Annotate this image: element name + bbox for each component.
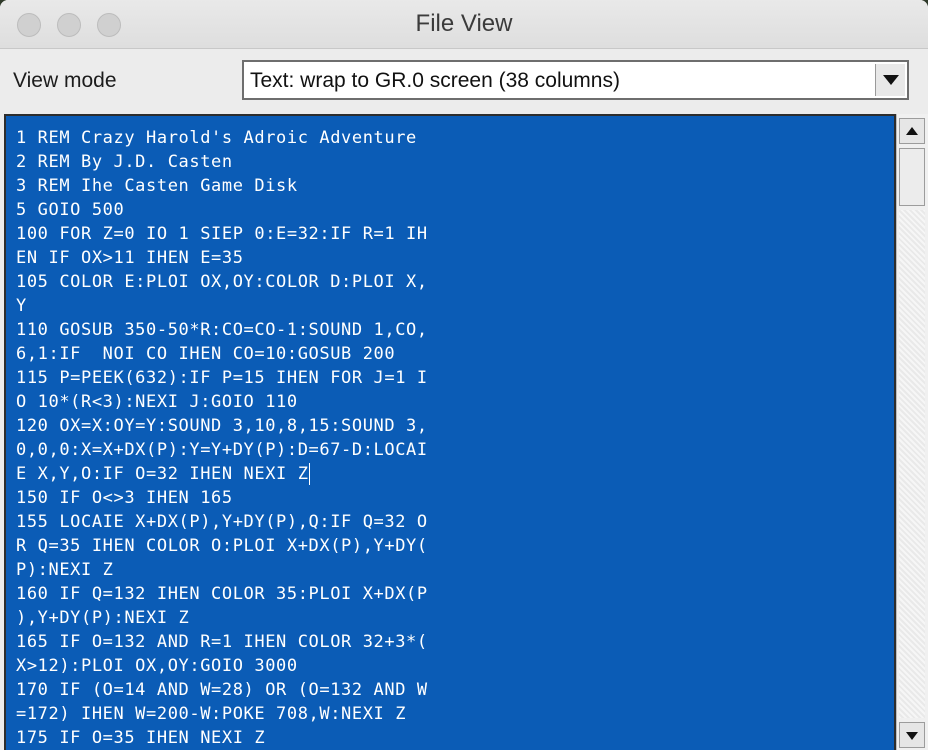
scrollbar-track[interactable] (899, 210, 925, 718)
text-line: R Q=35 IHEN COLOR O:PLOI X+DX(P),Y+DY( (16, 536, 428, 556)
text-line: O 10*(R<3):NEXI J:GOIO 110 (16, 392, 298, 412)
text-line: 1 REM Crazy Harold's Adroic Adventure (16, 128, 417, 148)
vertical-scrollbar[interactable] (896, 114, 928, 750)
text-line: 0,0,0:X=X+DX(P):Y=Y+DY(P):D=67-D:LOCAI (16, 440, 428, 460)
view-mode-dropdown-button[interactable] (875, 64, 905, 96)
view-mode-selected-value: Text: wrap to GR.0 screen (38 columns) (250, 69, 620, 92)
window-title: File View (415, 10, 513, 37)
text-line: 110 GOSUB 350-50*R:CO=CO-1:SOUND 1,CO, (16, 320, 428, 340)
text-line: 2 REM By J.D. Casten (16, 152, 233, 172)
scroll-up-arrow-icon (906, 127, 918, 135)
text-line: 175 IF O=35 IHEN NEXI Z (16, 728, 266, 748)
scroll-down-button[interactable] (899, 722, 925, 748)
file-view-window: File View View mode Text: wrap to GR.0 s… (0, 0, 928, 750)
text-line: 165 IF O=132 AND R=1 IHEN COLOR 32+3*( (16, 632, 428, 652)
text-line: ),Y+DY(P):NEXI Z (16, 608, 190, 628)
text-line: 5 GOIO 500 (16, 200, 125, 220)
scroll-down-arrow-icon (906, 732, 918, 740)
text-caret (308, 463, 310, 485)
text-line: 3 REM Ihe Casten Game Disk (16, 176, 298, 196)
text-line: 115 P=PEEK(632):IF P=15 IHEN FOR J=1 I (16, 368, 428, 388)
text-line: Y (16, 296, 27, 316)
text-line: 120 OX=X:OY=Y:SOUND 3,10,8,15:SOUND 3, (16, 416, 428, 436)
scroll-up-button[interactable] (899, 118, 925, 144)
title-bar[interactable]: File View (0, 0, 928, 49)
text-line: P):NEXI Z (16, 560, 114, 580)
text-line: EN IF OX>11 IHEN E=35 (16, 248, 244, 268)
file-text-view[interactable]: 1 REM Crazy Harold's Adroic Adventure 2 … (4, 114, 896, 750)
text-line: X>12):PLOI OX,OY:GOIO 3000 (16, 656, 298, 676)
text-line: 160 IF Q=132 IHEN COLOR 35:PLOI X+DX(P (16, 584, 428, 604)
view-mode-toolbar: View mode Text: wrap to GR.0 screen (38 … (0, 49, 928, 113)
text-line: 155 LOCAIE X+DX(P),Y+DY(P),Q:IF Q=32 O (16, 512, 428, 532)
text-line: 150 IF O<>3 IHEN 165 (16, 488, 233, 508)
chevron-down-icon (883, 75, 899, 85)
text-lines: 1 REM Crazy Harold's Adroic Adventure 2 … (16, 126, 428, 750)
view-mode-label: View mode (13, 69, 117, 92)
text-line: 6,1:IF NOI CO IHEN CO=10:GOSUB 200 (16, 344, 396, 364)
text-line: 105 COLOR E:PLOI OX,OY:COLOR D:PLOI X, (16, 272, 428, 292)
view-mode-select[interactable]: Text: wrap to GR.0 screen (38 columns) (242, 60, 909, 100)
text-line-with-caret: E X,Y,O:IF O=32 IHEN NEXI Z (16, 462, 428, 486)
scrollbar-thumb[interactable] (899, 148, 925, 206)
text-line-content: E X,Y,O:IF O=32 IHEN NEXI Z (16, 464, 309, 484)
text-line: =172) IHEN W=200-W:POKE 708,W:NEXI Z (16, 704, 407, 724)
text-line: 100 FOR Z=0 IO 1 SIEP 0:E=32:IF R=1 IH (16, 224, 428, 244)
text-line: 170 IF (O=14 AND W=28) OR (O=132 AND W (16, 680, 428, 700)
